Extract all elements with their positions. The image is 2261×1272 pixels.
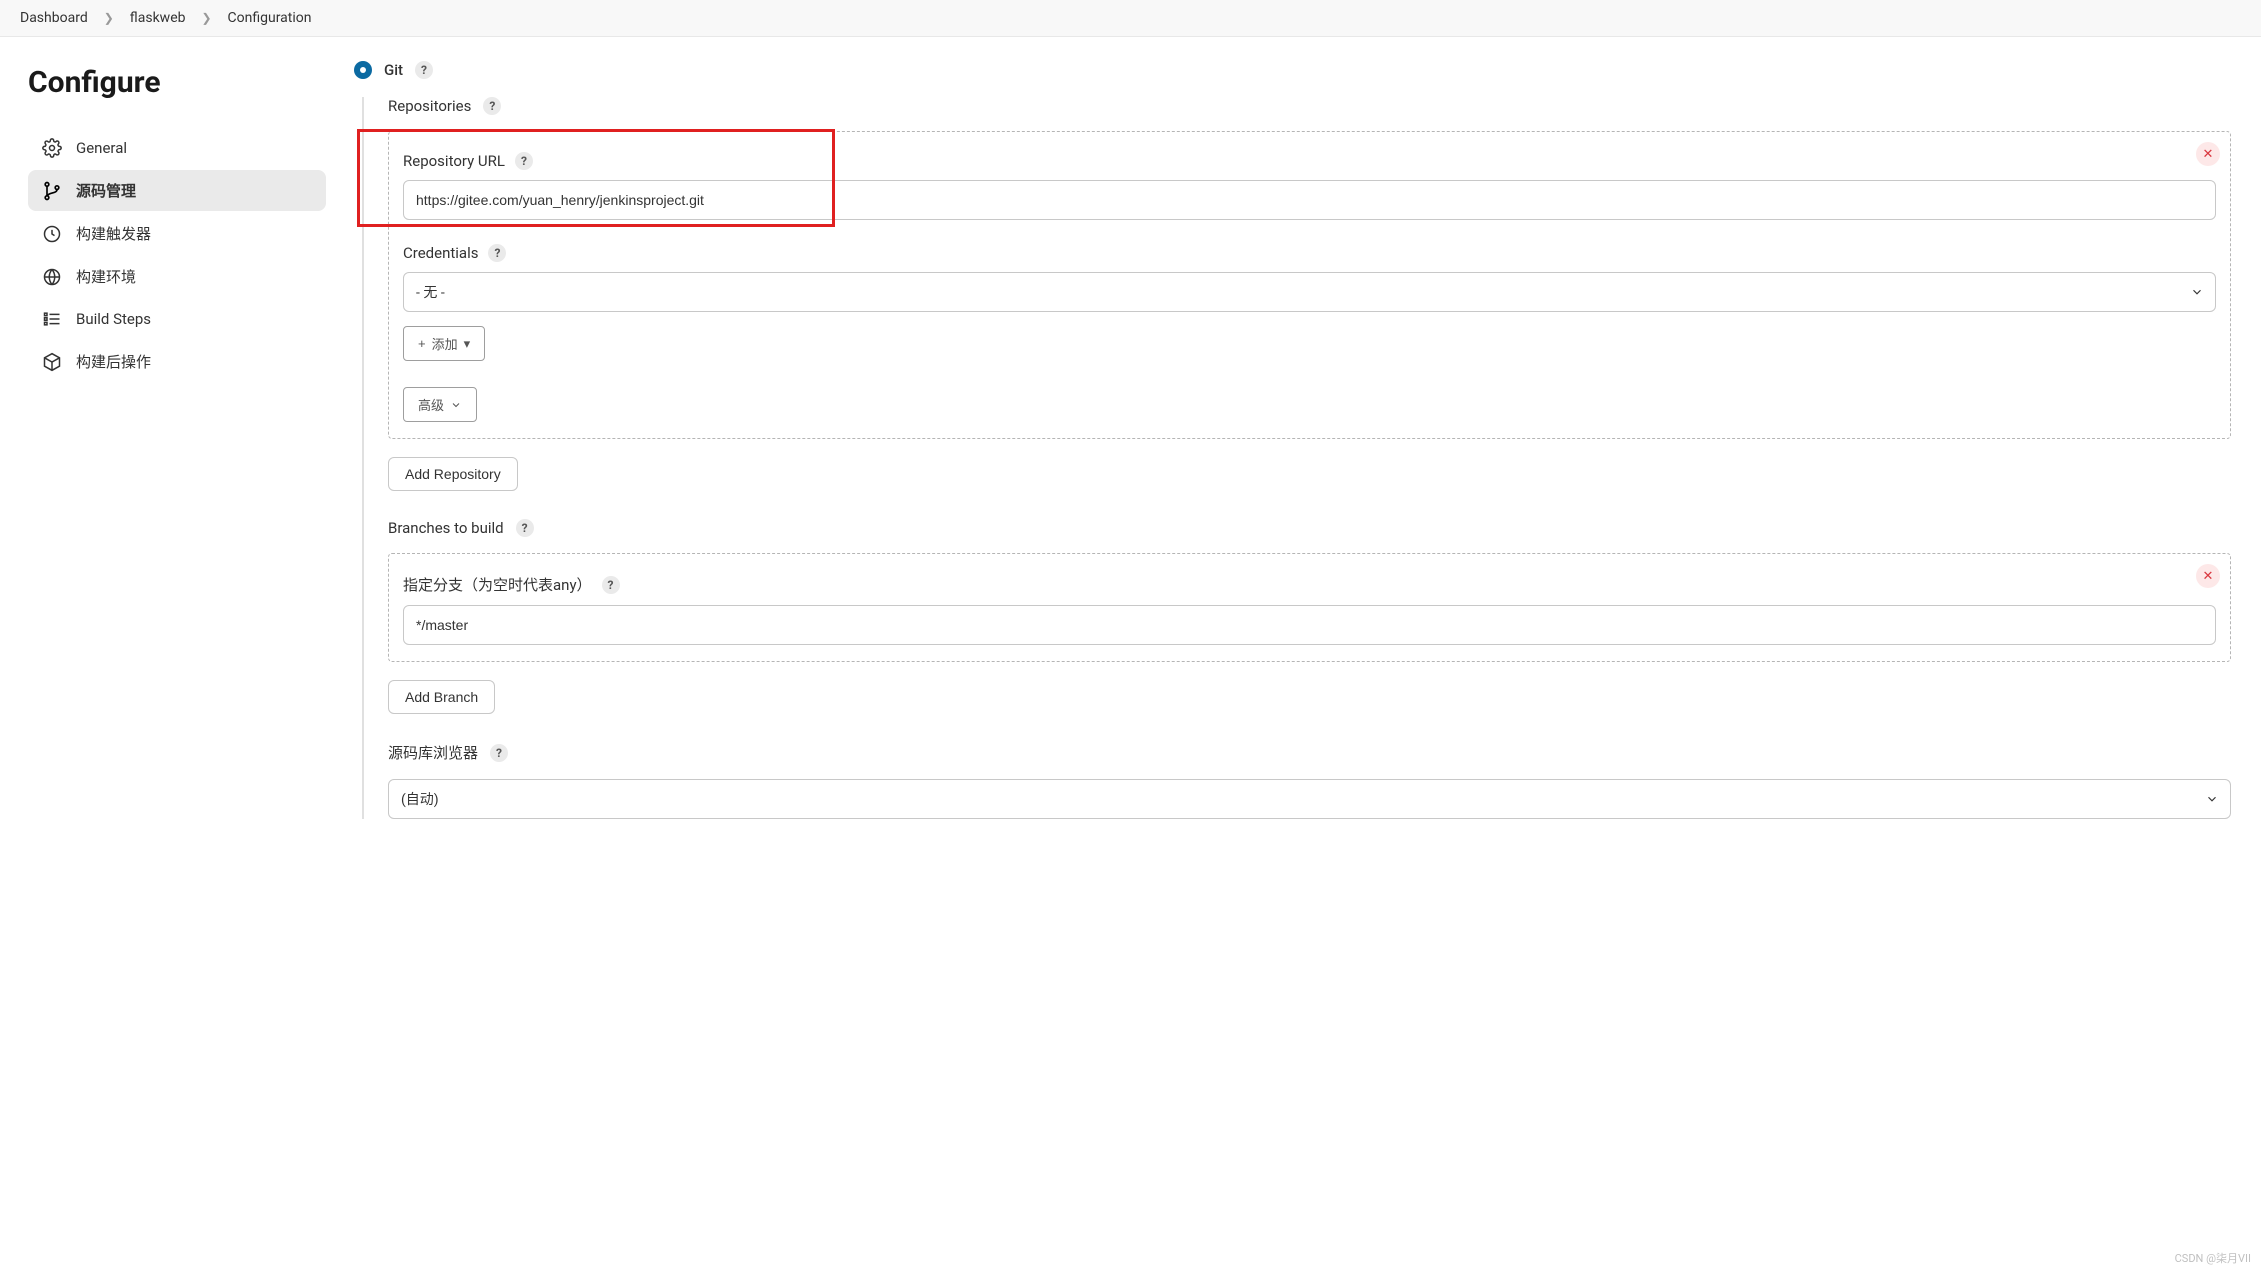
chevron-down-icon xyxy=(450,399,462,411)
close-icon: ✕ xyxy=(2203,146,2214,162)
sidebar-item-post-build[interactable]: 构建后操作 xyxy=(28,341,326,382)
chevron-right-icon: ❯ xyxy=(201,11,211,25)
repo-browser-value: (自动) xyxy=(401,789,439,809)
breadcrumb-item-configuration[interactable]: Configuration xyxy=(228,10,312,26)
branch-panel: ✕ 指定分支（为空时代表any） ? xyxy=(388,553,2231,662)
credentials-label: Credentials xyxy=(403,244,478,262)
repo-browser-select[interactable]: (自动) xyxy=(388,779,2231,819)
add-branch-button[interactable]: Add Branch xyxy=(388,680,495,714)
sidebar-item-label: 构建后操作 xyxy=(76,351,151,372)
chevron-right-icon: ❯ xyxy=(104,11,114,25)
page-title: Configure xyxy=(28,65,326,100)
breadcrumb: Dashboard ❯ flaskweb ❯ Configuration xyxy=(0,0,2261,37)
credentials-value: - 无 - xyxy=(416,282,445,302)
steps-icon xyxy=(42,309,62,329)
watermark: CSDN @柒月VII xyxy=(2175,1250,2251,1266)
scm-git-label: Git xyxy=(384,61,403,79)
repository-url-input[interactable] xyxy=(403,180,2216,220)
repository-url-label: Repository URL xyxy=(403,152,505,170)
remove-repository-button[interactable]: ✕ xyxy=(2196,142,2220,166)
branches-to-build-label: Branches to build xyxy=(388,519,504,537)
sidebar-item-general[interactable]: General xyxy=(28,128,326,168)
sidebar-item-build-steps[interactable]: Build Steps xyxy=(28,299,326,339)
branch-specifier-label: 指定分支（为空时代表any） xyxy=(403,574,592,595)
sidebar-item-label: 源码管理 xyxy=(76,180,136,201)
help-icon[interactable]: ? xyxy=(483,97,501,115)
advanced-button[interactable]: 高级 xyxy=(403,387,477,422)
add-credentials-button[interactable]: + 添加 ▾ xyxy=(403,326,485,361)
branch-specifier-input[interactable] xyxy=(403,605,2216,645)
help-icon[interactable]: ? xyxy=(490,744,508,762)
radio-selected-icon[interactable] xyxy=(354,61,372,79)
clock-icon xyxy=(42,224,62,244)
breadcrumb-item-dashboard[interactable]: Dashboard xyxy=(20,10,88,26)
sidebar-item-label: Build Steps xyxy=(76,310,151,328)
help-icon[interactable]: ? xyxy=(415,61,433,79)
repository-panel: ✕ Repository URL ? Credentials ? - 无 - xyxy=(388,131,2231,439)
main-content: Git ? Repositories ? ✕ Repository URL ? xyxy=(340,37,2261,1269)
help-icon[interactable]: ? xyxy=(516,519,534,537)
help-icon[interactable]: ? xyxy=(488,244,506,262)
advanced-label: 高级 xyxy=(418,395,444,414)
sidebar-item-scm[interactable]: 源码管理 xyxy=(28,170,326,211)
sidebar-item-label: 构建触发器 xyxy=(76,223,151,244)
sidebar-item-environment[interactable]: 构建环境 xyxy=(28,256,326,297)
repositories-label: Repositories xyxy=(388,97,471,115)
sidebar-item-label: 构建环境 xyxy=(76,266,136,287)
repo-browser-label: 源码库浏览器 xyxy=(388,742,478,763)
help-icon[interactable]: ? xyxy=(602,576,620,594)
sidebar-item-triggers[interactable]: 构建触发器 xyxy=(28,213,326,254)
add-credentials-label: 添加 xyxy=(432,334,458,353)
close-icon: ✕ xyxy=(2203,568,2214,584)
credentials-select[interactable]: - 无 - xyxy=(403,272,2216,312)
caret-down-icon: ▾ xyxy=(464,336,471,352)
add-repository-button[interactable]: Add Repository xyxy=(388,457,518,491)
package-icon xyxy=(42,352,62,372)
globe-icon xyxy=(42,267,62,287)
git-branch-icon xyxy=(42,181,62,201)
plus-icon: + xyxy=(418,336,426,351)
remove-branch-button[interactable]: ✕ xyxy=(2196,564,2220,588)
help-icon[interactable]: ? xyxy=(515,152,533,170)
sidebar: Configure General 源码管理 构建触发器 构建环境 xyxy=(0,37,340,1269)
gear-icon xyxy=(42,138,62,158)
sidebar-item-label: General xyxy=(76,139,127,157)
breadcrumb-item-project[interactable]: flaskweb xyxy=(130,10,186,26)
